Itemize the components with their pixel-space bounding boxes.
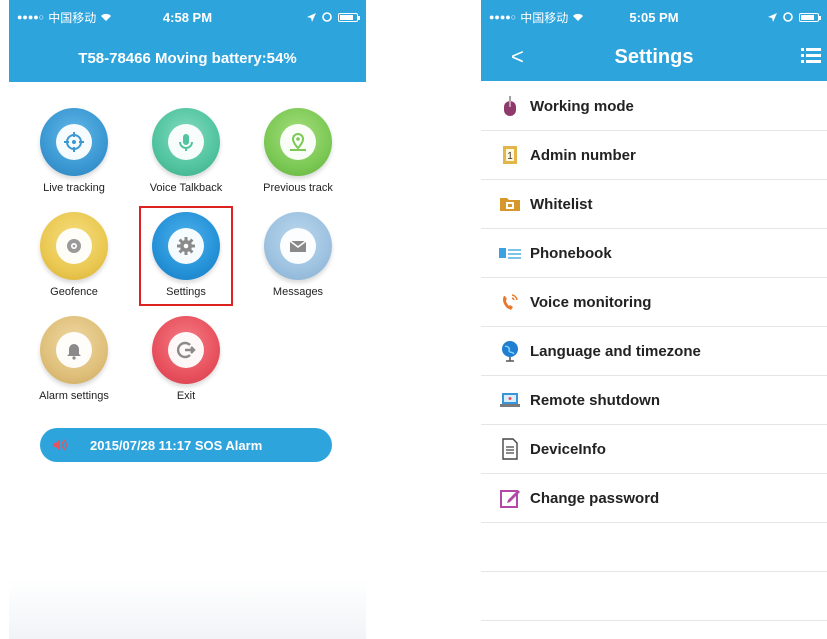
hamburger-menu-icon[interactable] — [801, 47, 821, 63]
microphone-icon — [179, 134, 193, 151]
svg-text:1: 1 — [507, 151, 513, 162]
crosshair-icon — [64, 132, 84, 152]
home-footer — [9, 579, 366, 639]
tile-exit[interactable]: Exit — [131, 316, 241, 402]
settings-item-label: Change password — [530, 489, 660, 507]
settings-item-phonebook[interactable]: Phonebook — [481, 229, 827, 278]
settings-list: Working mode 1 Admin number Whitelist Ph… — [481, 82, 827, 621]
headset-icon — [503, 294, 518, 310]
home-screen: ●●●●○ 中国移动 4:58 PM T58-78466 Moving batte… — [9, 0, 366, 639]
device-status-header: T58-78466 Moving battery:54% — [9, 34, 366, 82]
settings-item-label: Voice monitoring — [530, 293, 652, 311]
settings-item-language-timezone[interactable]: Language and timezone — [481, 327, 827, 376]
settings-item-label: Remote shutdown — [530, 391, 660, 409]
tile-live-tracking[interactable]: Live tracking — [19, 108, 129, 194]
edit-icon — [500, 490, 520, 508]
tile-label: Alarm settings — [39, 390, 109, 402]
settings-item-label: Admin number — [530, 146, 636, 164]
list-icon — [499, 248, 521, 259]
bell-icon — [67, 344, 81, 360]
settings-empty-row — [481, 523, 827, 572]
tile-voice-talkback[interactable]: Voice Talkback — [131, 108, 241, 194]
phone-card-icon: 1 — [503, 146, 517, 164]
settings-item-label: Working mode — [530, 97, 634, 115]
settings-item-label: Phonebook — [530, 244, 612, 262]
map-pin-icon — [290, 132, 306, 151]
status-time: 5:05 PM — [629, 9, 679, 25]
envelope-icon — [289, 240, 307, 252]
tile-label: Live tracking — [43, 182, 105, 194]
settings-screen: ●●●●○ 中国移动 5:05 PM < Settings Working mod… — [481, 0, 827, 639]
laptop-icon — [500, 393, 520, 407]
folder-icon — [500, 198, 520, 211]
settings-item-deviceinfo[interactable]: DeviceInfo — [481, 425, 827, 474]
settings-item-whitelist[interactable]: Whitelist — [481, 180, 827, 229]
device-status-title: T58-78466 Moving battery:54% — [78, 49, 297, 67]
globe-icon — [502, 341, 518, 362]
tile-label: Voice Talkback — [149, 182, 223, 194]
settings-item-change-password[interactable]: Change password — [481, 474, 827, 523]
back-button[interactable]: < — [511, 44, 524, 70]
status-bar: ●●●●○ 中国移动 4:58 PM — [9, 0, 366, 34]
sos-alarm-text: 2015/07/28 11:17 SOS Alarm — [90, 437, 263, 453]
settings-item-remote-shutdown[interactable]: Remote shutdown — [481, 376, 827, 425]
sos-alarm-banner[interactable]: 2015/07/28 11:17 SOS Alarm — [40, 428, 332, 462]
document-icon — [502, 438, 518, 460]
settings-empty-row — [481, 572, 827, 621]
speaker-icon — [53, 439, 67, 451]
target-icon — [67, 239, 81, 253]
settings-item-label: Language and timezone — [530, 342, 701, 360]
status-bar: ●●●●○ 中国移动 5:05 PM — [481, 0, 827, 34]
tile-label: Previous track — [263, 182, 333, 194]
settings-item-working-mode[interactable]: Working mode — [481, 82, 827, 131]
page-title: Settings — [614, 46, 694, 68]
tile-label: Messages — [272, 286, 324, 298]
settings-highlight-box — [139, 206, 233, 306]
tile-label: Exit — [176, 390, 196, 402]
tile-alarm-settings[interactable]: Alarm settings — [19, 316, 129, 402]
settings-item-voice-monitoring[interactable]: Voice monitoring — [481, 278, 827, 327]
exit-icon — [176, 341, 196, 359]
status-time: 4:58 PM — [162, 9, 213, 25]
settings-item-label: DeviceInfo — [530, 440, 606, 458]
tile-geofence[interactable]: Geofence — [19, 212, 129, 298]
settings-item-label: Whitelist — [530, 195, 593, 213]
settings-header: < Settings — [481, 34, 827, 81]
settings-item-admin-number[interactable]: 1 Admin number — [481, 131, 827, 180]
battery-icon — [799, 12, 821, 22]
mouse-icon — [504, 96, 516, 116]
tile-messages[interactable]: Messages — [243, 212, 353, 298]
battery-icon — [338, 12, 360, 22]
tile-previous-track[interactable]: Previous track — [243, 108, 353, 194]
tile-label: Geofence — [50, 286, 98, 298]
